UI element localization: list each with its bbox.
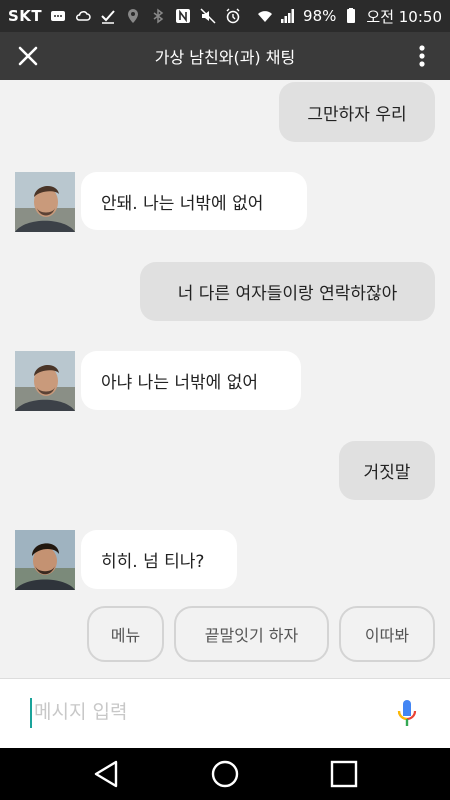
quick-reply-word-chain[interactable]: 끝말잇기 하자 <box>174 606 329 662</box>
chat-area[interactable]: 그만하자 우리 안돼. 나는 너밖에 없어 너 다른 여자들이랑 연락하잖아 아… <box>0 80 450 678</box>
battery-percent: 98% <box>303 7 337 25</box>
message-text: 그만하자 우리 <box>307 104 407 125</box>
cloud-icon <box>75 8 91 24</box>
quick-reply-menu[interactable]: 메뉴 <box>87 606 164 662</box>
bot-message: 히히. 넘 티나? <box>81 530 237 589</box>
quick-reply-label: 끝말잇기 하자 <box>204 626 299 645</box>
check-icon <box>100 8 116 24</box>
quick-reply-label: 메뉴 <box>110 626 141 645</box>
location-icon <box>125 8 141 24</box>
app-bar: 가상 남친와(과) 채팅 <box>0 32 450 80</box>
bot-avatar[interactable] <box>15 351 75 411</box>
recents-button[interactable] <box>328 758 360 790</box>
signal-icon <box>280 8 296 24</box>
more-vert-icon <box>419 45 425 67</box>
close-button[interactable] <box>0 32 56 80</box>
message-icon <box>50 8 66 24</box>
overflow-menu-button[interactable] <box>394 32 450 80</box>
quick-reply-later[interactable]: 이따봐 <box>339 606 435 662</box>
alarm-icon <box>225 8 241 24</box>
message-input-bar: 메시지 입력 <box>0 678 450 748</box>
clock: 오전 10:50 <box>366 7 442 26</box>
message-text: 거짓말 <box>363 463 411 483</box>
message-text: 히히. 넘 티나? <box>101 552 205 572</box>
recents-icon <box>330 760 358 788</box>
message-input[interactable]: 메시지 입력 <box>34 697 127 724</box>
home-icon <box>211 760 239 788</box>
back-button[interactable] <box>90 758 122 790</box>
message-text: 안돼. 나는 너밖에 없어 <box>101 193 264 214</box>
message-text: 너 다른 여자들이랑 연락하잖아 <box>177 284 398 304</box>
bot-avatar[interactable] <box>15 172 75 232</box>
home-button[interactable] <box>209 758 241 790</box>
user-message: 그만하자 우리 <box>279 82 435 142</box>
mute-icon <box>200 8 216 24</box>
close-icon <box>18 46 38 66</box>
battery-icon <box>343 8 359 24</box>
wifi-icon <box>257 8 273 24</box>
user-message: 너 다른 여자들이랑 연락하잖아 <box>140 262 435 321</box>
quick-reply-label: 이따봐 <box>364 626 410 645</box>
mic-icon <box>397 700 417 726</box>
carrier-label: SKT <box>8 7 43 25</box>
mic-button[interactable] <box>396 699 418 729</box>
system-nav-bar <box>0 748 450 800</box>
bot-message: 안돼. 나는 너밖에 없어 <box>81 172 307 230</box>
chat-title: 가상 남친와(과) 채팅 <box>154 48 296 67</box>
back-icon <box>94 760 118 788</box>
user-message: 거짓말 <box>339 441 435 500</box>
bot-avatar[interactable] <box>15 530 75 590</box>
status-bar: SKT 98% 오전 10:50 <box>0 0 450 32</box>
bot-message: 아냐 나는 너밖에 없어 <box>81 351 301 410</box>
message-text: 아냐 나는 너밖에 없어 <box>101 373 258 393</box>
nfc-icon <box>175 8 191 24</box>
text-cursor <box>30 698 32 728</box>
bluetooth-icon <box>150 8 166 24</box>
